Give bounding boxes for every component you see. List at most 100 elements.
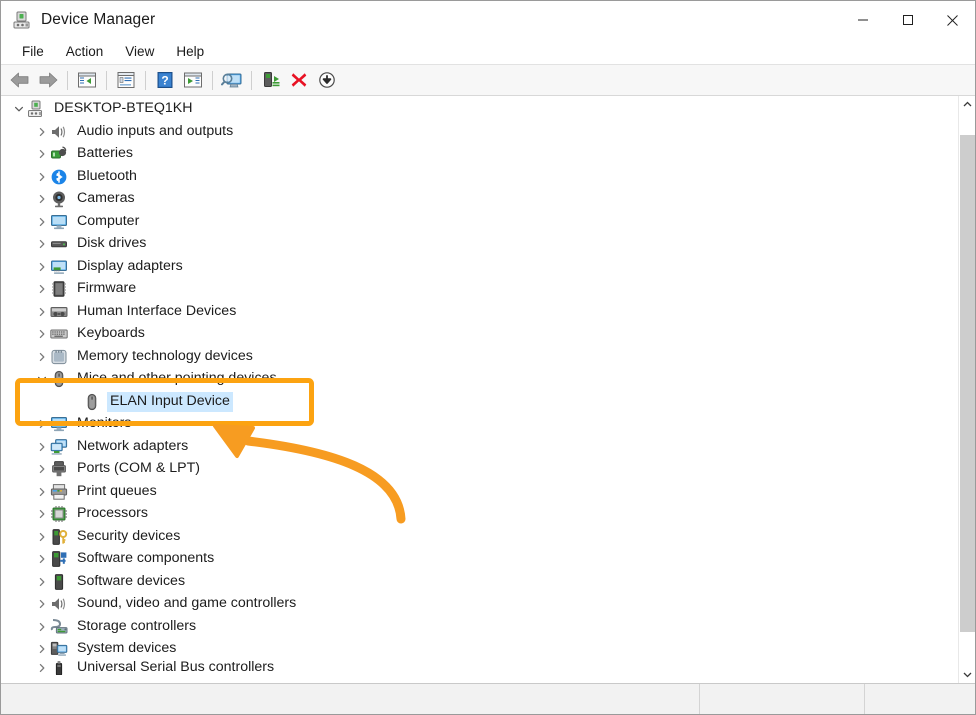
enable-device-button[interactable] xyxy=(257,67,285,93)
disable-device-button[interactable] xyxy=(313,67,341,93)
title-bar: Device Manager xyxy=(1,1,975,39)
tree-node-sound-video-and-game-controllers[interactable]: Sound, video and game controllers xyxy=(1,593,958,616)
chevron-right-icon[interactable] xyxy=(34,188,50,210)
scroll-up-icon[interactable] xyxy=(959,96,975,113)
chevron-right-icon[interactable] xyxy=(34,166,50,188)
chevron-right-icon[interactable] xyxy=(34,346,50,368)
tree-node-elan-input-device[interactable]: ELAN Input Device xyxy=(1,391,958,414)
help-button[interactable]: ? xyxy=(151,67,179,93)
chevron-right-icon[interactable] xyxy=(34,526,50,548)
processor-icon xyxy=(50,505,68,523)
forward-button[interactable] xyxy=(34,67,62,93)
maximize-button[interactable] xyxy=(885,1,930,39)
menu-item-help[interactable]: Help xyxy=(165,41,215,62)
device-tree[interactable]: DESKTOP-BTEQ1KH Audio inputs and outputs B… xyxy=(1,96,958,683)
menu-item-file[interactable]: File xyxy=(11,41,55,62)
device-manager-window: Device Manager File Action View Help ? D… xyxy=(0,0,976,715)
chevron-right-icon[interactable] xyxy=(34,413,50,435)
chevron-right-icon[interactable] xyxy=(34,233,50,255)
chevron-right-icon[interactable] xyxy=(34,143,50,165)
tree-node-bluetooth[interactable]: Bluetooth xyxy=(1,166,958,189)
tree-node-computer[interactable]: Computer xyxy=(1,211,958,234)
software-device-icon xyxy=(50,573,68,591)
tree-node-label: Network adapters xyxy=(77,437,189,454)
status-pane-tertiary xyxy=(865,684,975,714)
tree-node-label: Disk drives xyxy=(77,235,147,252)
tree-node-processors[interactable]: Processors xyxy=(1,503,958,526)
chevron-right-icon[interactable] xyxy=(34,436,50,458)
chevron-right-icon[interactable] xyxy=(34,301,50,323)
tree-node-ports-com-lpt[interactable]: Ports (COM & LPT) xyxy=(1,458,958,481)
toolbar-separator xyxy=(251,70,252,90)
tree-node-label: Cameras xyxy=(77,190,135,207)
mouse-icon xyxy=(83,393,101,411)
tree-node-system-devices[interactable]: System devices xyxy=(1,638,958,661)
tree-node-universal-serial-bus-controllers[interactable]: Universal Serial Bus controllers xyxy=(1,660,958,675)
tree-node-label: System devices xyxy=(77,640,177,657)
scan-for-hardware-changes-button[interactable] xyxy=(179,67,207,93)
tree-node-software-components[interactable]: Software components xyxy=(1,548,958,571)
tree-node-cameras[interactable]: Cameras xyxy=(1,188,958,211)
chevron-down-icon[interactable] xyxy=(34,368,50,390)
chevron-right-icon[interactable] xyxy=(34,503,50,525)
tree-root-node[interactable]: DESKTOP-BTEQ1KH xyxy=(1,98,958,121)
tree-node-label: Human Interface Devices xyxy=(77,302,237,319)
printer-icon xyxy=(50,483,68,501)
tree-node-mice-and-other-pointing-devices[interactable]: Mice and other pointing devices xyxy=(1,368,958,391)
tree-node-print-queues[interactable]: Print queues xyxy=(1,481,958,504)
show-hide-console-tree-button[interactable] xyxy=(73,67,101,93)
mouse-icon xyxy=(50,370,68,388)
chevron-right-icon[interactable] xyxy=(34,571,50,593)
tree-node-display-adapters[interactable]: Display adapters xyxy=(1,256,958,279)
toolbar-separator xyxy=(106,70,107,90)
tree-node-keyboards[interactable]: Keyboards xyxy=(1,323,958,346)
chevron-right-icon[interactable] xyxy=(34,616,50,638)
back-button[interactable] xyxy=(6,67,34,93)
tree-node-human-interface-devices[interactable]: Human Interface Devices xyxy=(1,301,958,324)
close-button[interactable] xyxy=(930,1,975,39)
software-component-icon xyxy=(50,550,68,568)
chevron-right-icon[interactable] xyxy=(34,548,50,570)
chevron-right-icon[interactable] xyxy=(34,121,50,143)
tree-node-storage-controllers[interactable]: Storage controllers xyxy=(1,616,958,639)
tree-node-batteries[interactable]: Batteries xyxy=(1,143,958,166)
tree-node-monitors[interactable]: Monitors xyxy=(1,413,958,436)
monitor-icon xyxy=(50,415,68,433)
chevron-right-icon[interactable] xyxy=(34,256,50,278)
menu-item-action[interactable]: Action xyxy=(55,41,115,62)
chevron-right-icon[interactable] xyxy=(34,661,50,675)
chevron-right-icon[interactable] xyxy=(34,458,50,480)
tree-node-label: Software devices xyxy=(77,572,186,589)
content-area: DESKTOP-BTEQ1KH Audio inputs and outputs B… xyxy=(1,96,975,683)
chevron-right-icon[interactable] xyxy=(34,323,50,345)
chevron-right-icon[interactable] xyxy=(34,638,50,660)
chevron-right-icon[interactable] xyxy=(34,211,50,233)
tree-node-network-adapters[interactable]: Network adapters xyxy=(1,436,958,459)
tree-node-label: Audio inputs and outputs xyxy=(77,122,234,139)
chevron-down-icon[interactable] xyxy=(11,98,27,120)
chevron-right-icon[interactable] xyxy=(34,593,50,615)
tree-node-software-devices[interactable]: Software devices xyxy=(1,571,958,594)
tree-node-label: Computer xyxy=(77,212,140,229)
battery-icon xyxy=(50,145,68,163)
vertical-scrollbar[interactable] xyxy=(958,96,975,683)
status-bar xyxy=(1,683,975,714)
tree-node-memory-technology-devices[interactable]: Memory technology devices xyxy=(1,346,958,369)
chevron-right-icon[interactable] xyxy=(34,481,50,503)
tree-node-security-devices[interactable]: Security devices xyxy=(1,526,958,549)
uninstall-device-button[interactable] xyxy=(285,67,313,93)
minimize-button[interactable] xyxy=(840,1,885,39)
tree-node-disk-drives[interactable]: Disk drives xyxy=(1,233,958,256)
tree-node-audio-inputs-and-outputs[interactable]: Audio inputs and outputs xyxy=(1,121,958,144)
camera-icon xyxy=(50,190,68,208)
tree-node-label: DESKTOP-BTEQ1KH xyxy=(54,100,193,117)
keyboard-icon xyxy=(50,325,68,343)
menu-item-view[interactable]: View xyxy=(114,41,165,62)
tree-node-firmware[interactable]: Firmware xyxy=(1,278,958,301)
update-driver-button[interactable] xyxy=(218,67,246,93)
scroll-down-icon[interactable] xyxy=(959,666,975,683)
scrollbar-thumb[interactable] xyxy=(960,135,975,632)
properties-button[interactable] xyxy=(112,67,140,93)
menu-bar: File Action View Help xyxy=(1,39,975,65)
chevron-right-icon[interactable] xyxy=(34,278,50,300)
